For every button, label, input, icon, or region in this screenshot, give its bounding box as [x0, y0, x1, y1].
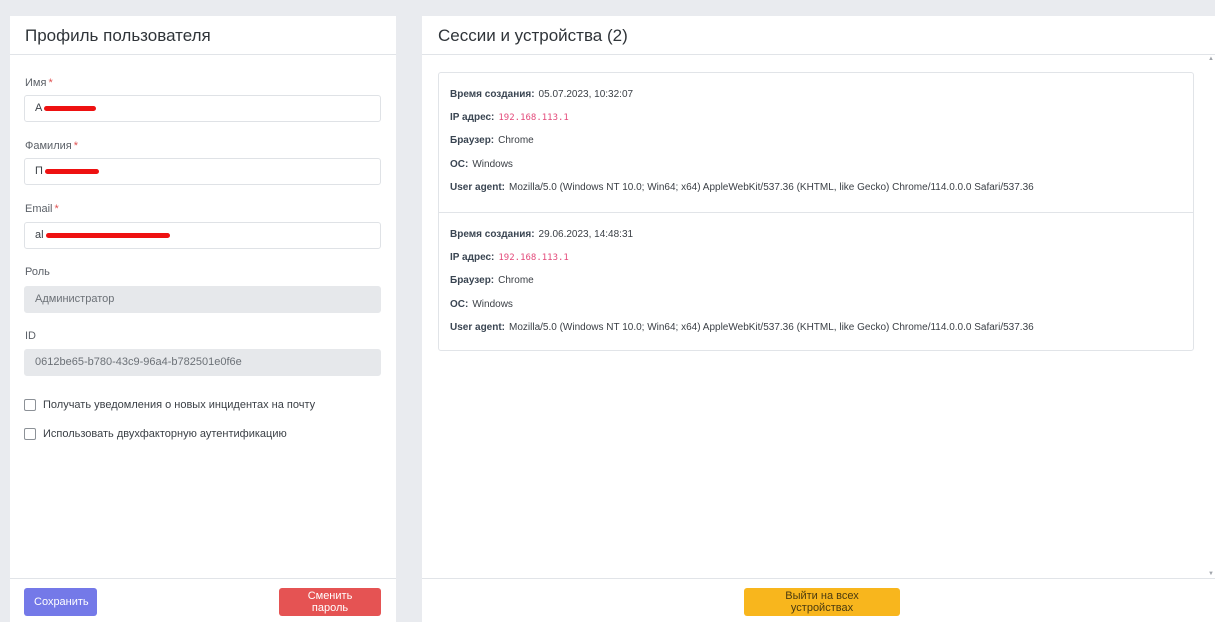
id-field: 0612be65-b780-43c9-96a4-b782501e0f6e	[24, 349, 381, 376]
session-browser-row: Браузер: Chrome	[450, 135, 534, 147]
session-os-value: Windows	[472, 158, 513, 170]
logout-all-devices-button[interactable]: Выйти на всех устройствах	[744, 588, 900, 616]
profile-footer: Сохранить Сменить пароль	[10, 578, 396, 622]
session-browser-row: Браузер: Chrome	[450, 275, 534, 287]
two-factor-label: Использовать двухфакторную аутентификаци…	[43, 428, 287, 440]
session-created-row: Время создания: 05.07.2023, 10:32:07	[450, 89, 634, 100]
two-factor-checkbox[interactable]	[24, 428, 36, 440]
first-name-label: Имя *	[25, 77, 53, 89]
last-name-input[interactable]: П	[24, 158, 381, 185]
last-name-label: Фамилия *	[25, 140, 78, 152]
session-created-value: 05.07.2023, 10:32:07	[538, 89, 634, 100]
change-password-button[interactable]: Сменить пароль	[279, 588, 381, 616]
sessions-list: Время создания: 05.07.2023, 10:32:07 IP а…	[438, 72, 1194, 351]
session-user-agent-row: User agent: Mozilla/5.0 (Windows NT 10.0;…	[450, 181, 1034, 193]
session-ip-value: 192.168.113.1	[498, 113, 569, 124]
redaction-mark	[44, 168, 99, 174]
session-os-row: ОС: Windows	[450, 298, 513, 310]
redaction-mark	[45, 232, 170, 238]
first-name-input[interactable]: А	[24, 95, 381, 122]
session-browser-value: Chrome	[498, 275, 534, 287]
two-factor-checkbox-row[interactable]: Использовать двухфакторную аутентификаци…	[24, 428, 287, 440]
session-browser-value: Chrome	[498, 135, 534, 147]
redaction-mark	[44, 105, 97, 111]
email-notifications-label: Получать уведомления о новых инцидентах …	[43, 399, 316, 411]
role-label: Роль	[25, 266, 50, 278]
session-created-value: 29.06.2023, 14:48:31	[538, 229, 634, 240]
session-card: Время создания: 29.06.2023, 14:48:31 IP а…	[439, 212, 1193, 350]
session-card: Время создания: 05.07.2023, 10:32:07 IP а…	[439, 73, 1193, 212]
role-field: Администратор	[24, 286, 381, 313]
email-notifications-checkbox[interactable]	[24, 399, 36, 411]
session-ip-row: IP адрес: 192.168.113.1	[450, 112, 569, 124]
sessions-header: Сессии и устройства (2)	[422, 16, 1215, 55]
session-os-row: ОС: Windows	[450, 158, 513, 170]
session-ip-row: IP адрес: 192.168.113.1	[450, 252, 569, 264]
profile-title: Профиль пользователя	[25, 26, 211, 45]
email-notifications-checkbox-row[interactable]: Получать уведомления о новых инцидентах …	[24, 399, 315, 411]
sessions-title: Сессии и устройства (2)	[438, 26, 628, 45]
sessions-panel: Сессии и устройства (2) Время создания: 0…	[422, 16, 1215, 622]
save-button[interactable]: Сохранить	[24, 588, 97, 616]
session-user-agent-value: Mozilla/5.0 (Windows NT 10.0; Win64; x64…	[509, 321, 1034, 333]
scroll-up-arrow-icon[interactable]: ▲	[1208, 56, 1214, 62]
sessions-footer: Выйти на всех устройствах	[422, 578, 1215, 622]
id-label: ID	[25, 330, 36, 342]
session-ip-value: 192.168.113.1	[498, 253, 569, 264]
sessions-scrollbar[interactable]: ▲ ▼	[1207, 56, 1215, 577]
email-input[interactable]: al	[24, 222, 381, 249]
profile-panel: Профиль пользователя Имя * А Фамилия * П E…	[10, 16, 396, 622]
session-user-agent-value: Mozilla/5.0 (Windows NT 10.0; Win64; x64…	[509, 181, 1034, 193]
session-os-value: Windows	[472, 298, 513, 310]
email-label: Email *	[25, 203, 59, 215]
session-created-row: Время создания: 29.06.2023, 14:48:31	[450, 229, 634, 240]
session-user-agent-row: User agent: Mozilla/5.0 (Windows NT 10.0;…	[450, 321, 1034, 333]
profile-header: Профиль пользователя	[10, 16, 396, 55]
scroll-down-arrow-icon[interactable]: ▼	[1208, 571, 1214, 577]
